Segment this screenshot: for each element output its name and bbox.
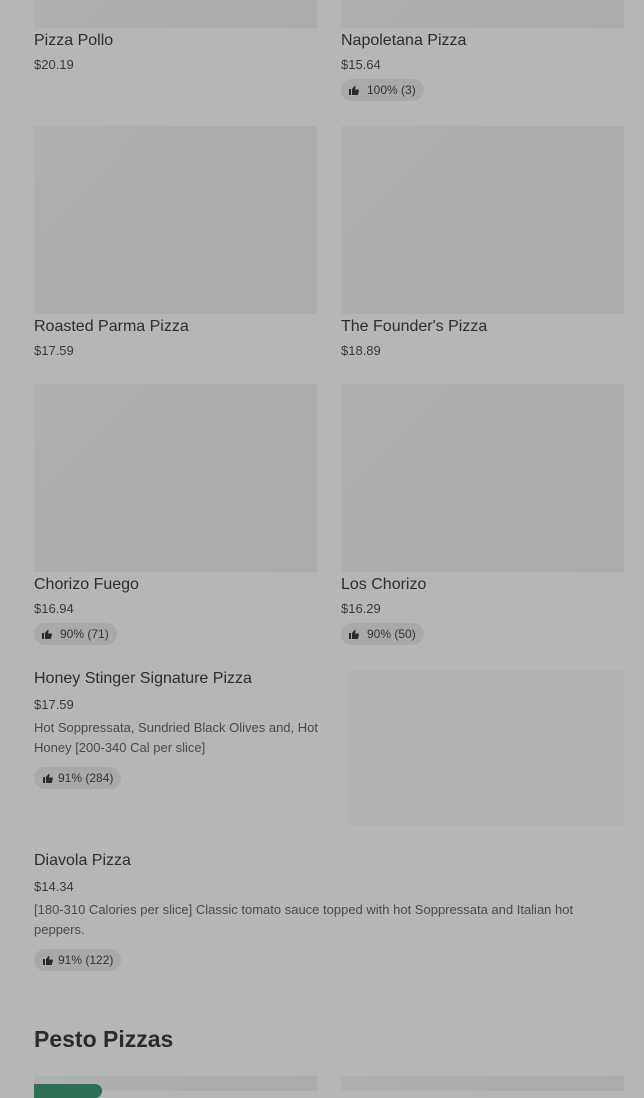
rating-badge: 91% (284): [34, 767, 122, 789]
rating-badge: 90% (50): [341, 623, 424, 645]
promo-tag: [34, 1084, 102, 1098]
list-item-title[interactable]: Honey Stinger Signature Pizza: [34, 670, 252, 688]
item-title[interactable]: The Founder's Pizza: [341, 318, 487, 336]
rating-text: 91% (284): [58, 771, 114, 785]
item-price: $20.19: [34, 57, 74, 72]
list-item-title[interactable]: Diavola Pizza: [34, 852, 131, 870]
list-item-image[interactable]: [348, 670, 624, 826]
item-price: $17.59: [34, 343, 74, 358]
rating-text: 90% (50): [367, 627, 416, 641]
list-item-description: [180-310 Calories per slice] Classic tom…: [34, 902, 574, 937]
rating-text: 100% (3): [367, 83, 416, 97]
item-image[interactable]: [341, 0, 624, 28]
thumbs-up-icon: [43, 955, 53, 965]
section-title: Pesto Pizzas: [34, 1026, 174, 1052]
list-item-description: Hot Soppressata, Sundried Black Olives a…: [34, 720, 318, 755]
item-title[interactable]: Los Chorizo: [341, 576, 426, 594]
item-image[interactable]: [34, 126, 317, 314]
item-image[interactable]: [341, 384, 624, 572]
item-title[interactable]: Roasted Parma Pizza: [34, 318, 189, 336]
item-image[interactable]: [341, 126, 624, 314]
rating-text: 90% (71): [60, 627, 109, 641]
rating-badge: 91% (122): [34, 949, 122, 971]
item-price: $16.94: [34, 601, 74, 616]
thumbs-up-icon: [349, 629, 359, 639]
item-price: $16.29: [341, 601, 381, 616]
rating-text: 91% (122): [58, 953, 114, 967]
item-title[interactable]: Napoletana Pizza: [341, 32, 466, 50]
rating-badge: 100% (3): [341, 79, 424, 101]
item-title[interactable]: Pizza Pollo: [34, 32, 113, 50]
item-price: $18.89: [341, 343, 381, 358]
thumbs-up-icon: [42, 629, 52, 639]
thumbs-up-icon: [43, 773, 53, 783]
item-title[interactable]: Chorizo Fuego: [34, 576, 139, 594]
list-item-price: $17.59: [34, 697, 74, 712]
item-image[interactable]: [341, 1076, 624, 1091]
item-image[interactable]: [34, 384, 317, 572]
list-item-price: $14.34: [34, 879, 74, 894]
thumbs-up-icon: [349, 85, 359, 95]
item-price: $15.64: [341, 57, 381, 72]
rating-badge: 90% (71): [34, 623, 117, 645]
item-image[interactable]: [34, 0, 317, 28]
